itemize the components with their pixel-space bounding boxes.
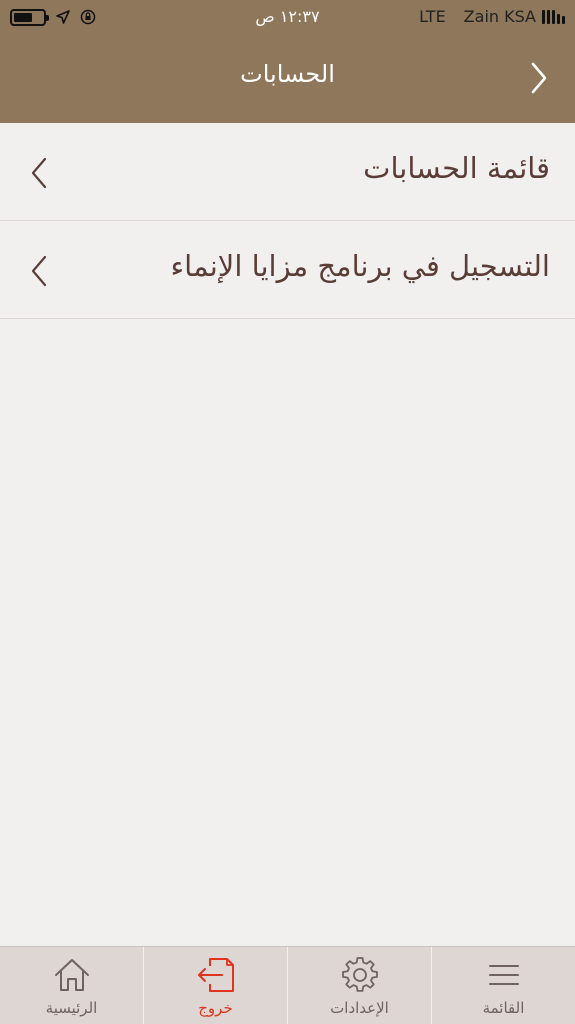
tab-logout[interactable]: خروج — [143, 947, 287, 1024]
chevron-left-icon — [28, 254, 50, 288]
logout-icon — [144, 957, 287, 993]
back-button[interactable] — [525, 60, 553, 96]
status-bar: ١٢:٣٧ ص LTE Zain KSA — [0, 0, 575, 34]
list-item-label: التسجيل في برنامج مزايا الإنماء — [170, 249, 551, 283]
accounts-list: قائمة الحسابات التسجيل في برنامج مزايا ا… — [0, 123, 575, 319]
tab-label: خروج — [198, 999, 233, 1017]
gear-icon — [288, 957, 431, 993]
nav-bar: الحسابات — [0, 34, 575, 123]
tab-home[interactable]: الرئيسية — [0, 947, 143, 1024]
chevron-right-icon — [531, 62, 547, 94]
tab-label: الإعدادات — [330, 999, 389, 1017]
page-title: الحسابات — [240, 60, 335, 88]
chevron-left-icon — [28, 156, 50, 190]
carrier-name: Zain KSA — [463, 7, 536, 26]
list-item-label: قائمة الحسابات — [363, 151, 550, 185]
tab-menu[interactable]: القائمة — [431, 947, 575, 1024]
menu-icon — [432, 957, 575, 993]
tab-bar: الرئيسية خروج الإعدادات القائمة — [0, 946, 575, 1024]
signal-strength-icon — [542, 9, 565, 24]
tab-label: الرئيسية — [45, 999, 98, 1017]
status-right: LTE Zain KSA — [419, 7, 565, 26]
tab-label: القائمة — [482, 999, 525, 1017]
home-icon — [0, 957, 143, 993]
list-item-accounts-list[interactable]: قائمة الحسابات — [0, 123, 575, 221]
tab-settings[interactable]: الإعدادات — [287, 947, 431, 1024]
list-item-register-program[interactable]: التسجيل في برنامج مزايا الإنماء — [0, 221, 575, 319]
network-type: LTE — [419, 7, 446, 26]
